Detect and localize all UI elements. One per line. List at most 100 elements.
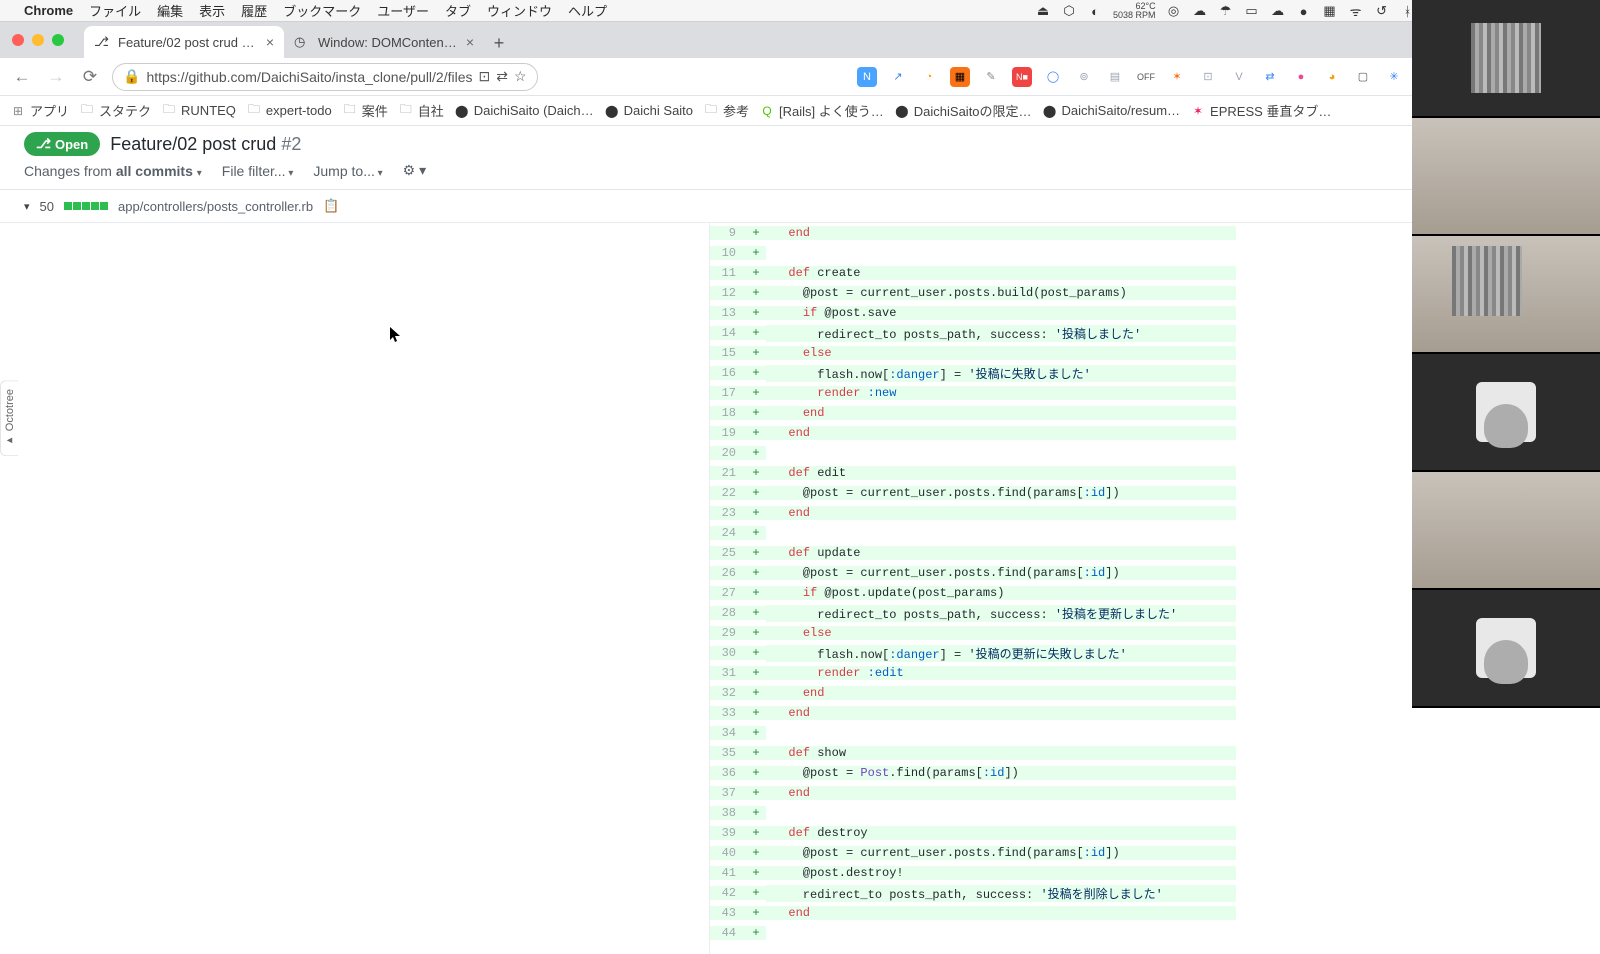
window-zoom-button[interactable] xyxy=(52,34,64,46)
back-button[interactable]: ← xyxy=(10,67,34,87)
bookmark[interactable]: 🗀スタテク xyxy=(79,101,151,120)
menu-window[interactable]: ウィンドウ xyxy=(487,1,552,20)
diff-line[interactable]: 15+ else xyxy=(710,343,1236,363)
copy-path-icon[interactable]: 📋 xyxy=(323,198,339,214)
ext-icon[interactable]: N xyxy=(857,67,877,87)
diff-line[interactable]: 25+ def update xyxy=(710,543,1236,563)
monitor-icon[interactable]: ▭ xyxy=(1244,3,1260,19)
menu-view[interactable]: 表示 xyxy=(199,1,225,20)
diff-line[interactable]: 14+ redirect_to posts_path, success: '投稿… xyxy=(710,323,1236,343)
bookmark[interactable]: 🗀expert-todo xyxy=(246,103,332,119)
diff-line[interactable]: 11+ def create xyxy=(710,263,1236,283)
diff-line[interactable]: 42+ redirect_to posts_path, success: '投稿… xyxy=(710,883,1236,903)
collapse-icon[interactable]: ▾ xyxy=(24,200,30,213)
diff-line[interactable]: 17+ render :new xyxy=(710,383,1236,403)
chat-icon[interactable]: ☁ xyxy=(1270,3,1286,19)
diff-line[interactable]: 35+ def show xyxy=(710,743,1236,763)
video-participant[interactable] xyxy=(1412,472,1600,590)
menu-tab[interactable]: タブ xyxy=(445,1,471,20)
cube-icon[interactable]: ⬡ xyxy=(1061,3,1077,19)
wifi-icon[interactable]: ᯤ xyxy=(1348,3,1364,19)
ext-icon[interactable]: ↗ xyxy=(888,67,908,87)
address-bar[interactable]: 🔒 https://github.com/DaichiSaito/insta_c… xyxy=(112,63,538,91)
ext-icon[interactable]: ◯ xyxy=(1043,67,1063,87)
bookmark[interactable]: 🗀RUNTEQ xyxy=(161,103,236,119)
diff-line[interactable]: 31+ render :edit xyxy=(710,663,1236,683)
tab-close-icon[interactable]: × xyxy=(266,34,274,50)
umbrella-icon[interactable]: ☂ xyxy=(1218,3,1234,19)
menu-edit[interactable]: 編集 xyxy=(157,1,183,20)
ext-icon[interactable]: ▢ xyxy=(1353,67,1373,87)
new-tab-button[interactable]: + xyxy=(484,28,514,58)
jump-to-dropdown[interactable]: Jump to... xyxy=(313,163,382,179)
circle-icon[interactable]: ◐ xyxy=(1087,3,1103,19)
eject-icon[interactable]: ⏏ xyxy=(1035,3,1051,19)
diff-line[interactable]: 32+ end xyxy=(710,683,1236,703)
diff-line[interactable]: 12+ @post = current_user.posts.build(pos… xyxy=(710,283,1236,303)
menu-bookmarks[interactable]: ブックマーク xyxy=(283,1,361,20)
ext-icon[interactable]: ▤ xyxy=(1105,67,1125,87)
diff-line[interactable]: 38+ xyxy=(710,803,1236,823)
browser-tab[interactable]: ◷ Window: DOMContentLoaded × xyxy=(284,26,484,58)
diff-right-pane[interactable]: 9+ end10+11+ def create12+ @post = curre… xyxy=(710,223,1236,954)
diff-file-header[interactable]: ▾ 50 app/controllers/posts_controller.rb… xyxy=(0,190,1600,223)
bookmark[interactable]: ⬤DaichiSaito (Daich… xyxy=(454,103,594,119)
diff-line[interactable]: 39+ def destroy xyxy=(710,823,1236,843)
video-participant[interactable] xyxy=(1412,0,1600,118)
menu-history[interactable]: 履歴 xyxy=(241,1,267,20)
ext-icon[interactable]: ✳ xyxy=(1384,67,1404,87)
bookmark[interactable]: Q[Rails] よく使う… xyxy=(759,101,884,120)
diff-line[interactable]: 34+ xyxy=(710,723,1236,743)
window-minimize-button[interactable] xyxy=(32,34,44,46)
app-name[interactable]: Chrome xyxy=(24,3,73,18)
diff-line[interactable]: 44+ xyxy=(710,923,1236,943)
video-participant[interactable] xyxy=(1412,590,1600,708)
diff-settings-icon[interactable]: ⚙ ▾ xyxy=(403,162,426,179)
ext-icon[interactable]: ✶ xyxy=(1167,67,1187,87)
translate-icon[interactable]: ⇄ xyxy=(496,68,508,85)
diff-line[interactable]: 24+ xyxy=(710,523,1236,543)
ext-icon[interactable]: ● xyxy=(1291,67,1311,87)
menu-help[interactable]: ヘルプ xyxy=(568,1,607,20)
diff-line[interactable]: 16+ flash.now[:danger] = '投稿に失敗しました' xyxy=(710,363,1236,383)
cloud-icon[interactable]: ☁ xyxy=(1192,3,1208,19)
ext-icon[interactable]: V xyxy=(1229,67,1249,87)
diff-line[interactable]: 36+ @post = Post.find(params[:id]) xyxy=(710,763,1236,783)
diff-line[interactable]: 37+ end xyxy=(710,783,1236,803)
changes-from-dropdown[interactable]: Changes from all commits xyxy=(24,163,202,179)
diff-line[interactable]: 40+ @post = current_user.posts.find(para… xyxy=(710,843,1236,863)
browser-tab-active[interactable]: ⎇ Feature/02 post crud by Daich… × xyxy=(84,26,284,58)
diff-line[interactable]: 28+ redirect_to posts_path, success: '投稿… xyxy=(710,603,1236,623)
bookmark[interactable]: ✶EPRESS 垂直タブ… xyxy=(1190,101,1331,120)
ext-icon[interactable]: ✎ xyxy=(981,67,1001,87)
screen-icon[interactable]: ⊡ xyxy=(479,68,491,85)
menu-file[interactable]: ファイル xyxy=(89,1,141,20)
diff-line[interactable]: 41+ @post.destroy! xyxy=(710,863,1236,883)
bookmark[interactable]: ⊞アプリ xyxy=(10,101,69,120)
diff-line[interactable]: 30+ flash.now[:danger] = '投稿の更新に失敗しました' xyxy=(710,643,1236,663)
diff-line[interactable]: 18+ end xyxy=(710,403,1236,423)
forward-button[interactable]: → xyxy=(44,67,68,87)
diff-line[interactable]: 20+ xyxy=(710,443,1236,463)
menu-users[interactable]: ユーザー xyxy=(377,1,429,20)
circle2-icon[interactable]: ◎ xyxy=(1166,3,1182,19)
diff-line[interactable]: 21+ def edit xyxy=(710,463,1236,483)
diff-line[interactable]: 33+ end xyxy=(710,703,1236,723)
bookmark[interactable]: 🗀自社 xyxy=(398,101,444,120)
window-close-button[interactable] xyxy=(12,34,24,46)
ext-icon[interactable]: ⊡ xyxy=(1198,67,1218,87)
bookmark[interactable]: ⬤Daichi Saito xyxy=(604,103,693,119)
file-filter-dropdown[interactable]: File filter... xyxy=(222,163,294,179)
diff-line[interactable]: 26+ @post = current_user.posts.find(para… xyxy=(710,563,1236,583)
ext-icon[interactable]: ◕ xyxy=(1322,67,1342,87)
octotree-handle[interactable]: ▸ Octotree xyxy=(0,380,18,456)
dot-icon[interactable]: ● xyxy=(1296,3,1312,19)
video-participant[interactable] xyxy=(1412,236,1600,354)
diff-line[interactable]: 22+ @post = current_user.posts.find(para… xyxy=(710,483,1236,503)
ext-icon[interactable]: ⊚ xyxy=(1074,67,1094,87)
tab-close-icon[interactable]: × xyxy=(466,34,474,50)
diff-line[interactable]: 13+ if @post.save xyxy=(710,303,1236,323)
video-participant[interactable] xyxy=(1412,118,1600,236)
grid-icon[interactable]: ▦ xyxy=(1322,3,1338,19)
diff-line[interactable]: 10+ xyxy=(710,243,1236,263)
